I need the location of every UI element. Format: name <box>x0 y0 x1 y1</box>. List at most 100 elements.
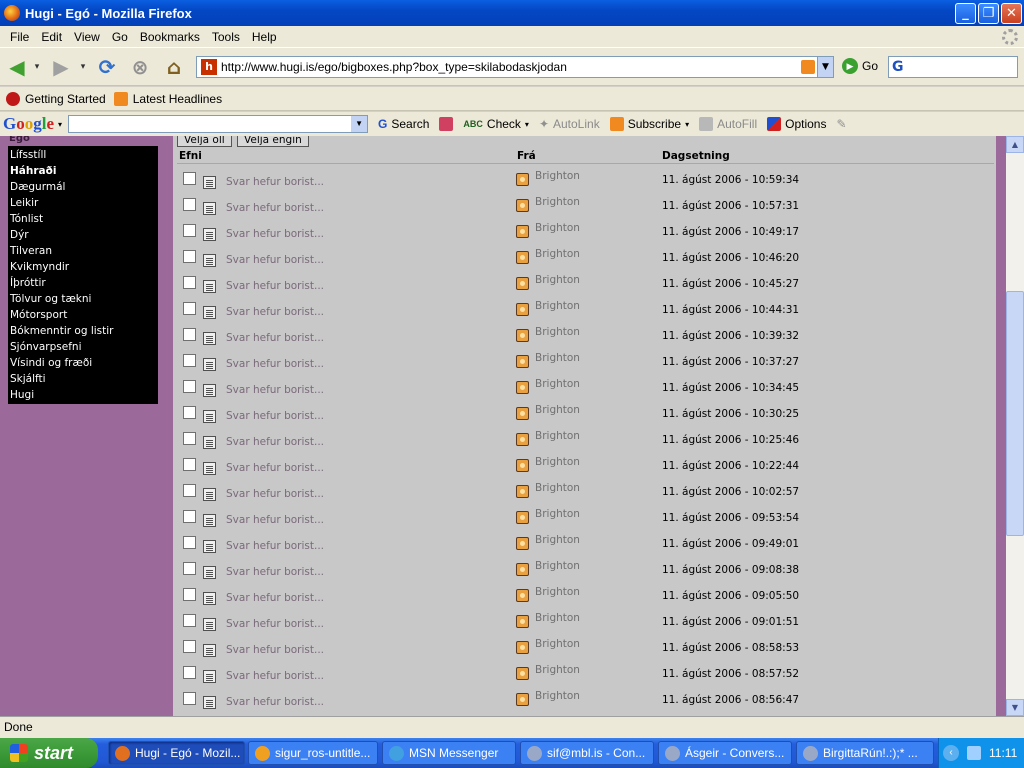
taskbar-button[interactable]: Ásgeir - Convers... <box>658 741 792 765</box>
options-button[interactable]: Options <box>767 117 826 131</box>
taskbar-button[interactable]: BirgittaRún!.:);* ... <box>796 741 934 765</box>
message-sender-link[interactable]: Brighton <box>535 638 580 650</box>
menu-bookmarks[interactable]: Bookmarks <box>134 30 206 44</box>
message-sender-link[interactable]: Brighton <box>535 482 580 494</box>
forward-history-dropdown-icon[interactable]: ▾ <box>76 54 90 80</box>
tray-expand-icon[interactable]: ‹ <box>943 745 959 761</box>
url-dropdown-icon[interactable]: ▼ <box>817 57 833 77</box>
category-skjalfti[interactable]: Skjálfti <box>10 371 158 387</box>
message-subject-link[interactable]: Svar hefur borist... <box>226 670 324 682</box>
category-bokmenntir-og-listir[interactable]: Bókmenntir og listir <box>10 323 158 339</box>
category-tonlist[interactable]: Tónlist <box>10 211 158 227</box>
message-subject-link[interactable]: Svar hefur borist... <box>226 540 324 552</box>
row-checkbox[interactable] <box>183 484 196 497</box>
taskbar-button[interactable]: sif@mbl.is - Con... <box>520 741 654 765</box>
pagerank-button[interactable] <box>439 117 454 131</box>
message-sender-link[interactable]: Brighton <box>535 664 580 676</box>
row-checkbox[interactable] <box>183 588 196 601</box>
spellcheck-button[interactable]: ABC Check ▾ <box>463 117 529 131</box>
taskbar-button[interactable]: sigur_ros-untitle... <box>248 741 378 765</box>
menu-tools[interactable]: Tools <box>206 30 246 44</box>
message-subject-link[interactable]: Svar hefur borist... <box>226 332 324 344</box>
select-all-button[interactable]: Velja öll <box>177 136 232 147</box>
taskbar-button[interactable]: MSN Messenger <box>382 741 516 765</box>
go-button[interactable]: ▶ Go <box>842 58 878 74</box>
close-button[interactable]: ✕ <box>1001 2 1022 24</box>
message-sender-link[interactable]: Brighton <box>535 456 580 468</box>
category-dyr[interactable]: Dýr <box>10 227 158 243</box>
google-search-dropdown-icon[interactable]: ▼ <box>351 116 368 132</box>
reload-icon[interactable]: ⟳ <box>94 54 120 80</box>
back-history-dropdown-icon[interactable]: ▾ <box>30 54 44 80</box>
category-lifsstill[interactable]: Lífsstíll <box>10 147 158 163</box>
row-checkbox[interactable] <box>183 406 196 419</box>
row-checkbox[interactable] <box>183 614 196 627</box>
message-sender-link[interactable]: Brighton <box>535 508 580 520</box>
menu-help[interactable]: Help <box>246 30 283 44</box>
message-subject-link[interactable]: Svar hefur borist... <box>226 228 324 240</box>
message-sender-link[interactable]: Brighton <box>535 560 580 572</box>
address-bar[interactable]: h http://www.hugi.is/ego/bigboxes.php?bo… <box>196 56 834 78</box>
stop-icon[interactable]: ⊗ <box>127 54 153 80</box>
message-subject-link[interactable]: Svar hefur borist... <box>226 488 324 500</box>
category-sjonvarpsefni[interactable]: Sjónvarpsefni <box>10 339 158 355</box>
category-visindi-og-fraedi[interactable]: Vísindi og fræði <box>10 355 158 371</box>
back-arrow-icon[interactable]: ◀ <box>4 54 30 80</box>
message-subject-link[interactable]: Svar hefur borist... <box>226 644 324 656</box>
message-subject-link[interactable]: Svar hefur borist... <box>226 410 324 422</box>
row-checkbox[interactable] <box>183 276 196 289</box>
home-icon[interactable]: ⌂ <box>161 54 187 80</box>
taskbar-button[interactable]: Hugi - Egó - Mozil... <box>108 741 245 765</box>
row-checkbox[interactable] <box>183 640 196 653</box>
message-subject-link[interactable]: Svar hefur borist... <box>226 254 324 266</box>
category-kvikmyndir[interactable]: Kvikmyndir <box>10 259 158 275</box>
message-sender-link[interactable]: Brighton <box>535 404 580 416</box>
autolink-button[interactable]: ✦ AutoLink <box>539 117 600 131</box>
message-sender-link[interactable]: Brighton <box>535 300 580 312</box>
category-daegurmal[interactable]: Dægurmál <box>10 179 158 195</box>
row-checkbox[interactable] <box>183 172 196 185</box>
category-tilveran[interactable]: Tilveran <box>10 243 158 259</box>
message-sender-link[interactable]: Brighton <box>535 586 580 598</box>
message-sender-link[interactable]: Brighton <box>535 170 580 182</box>
menu-file[interactable]: File <box>4 30 35 44</box>
google-menu-dropdown-icon[interactable]: ▾ <box>58 120 62 129</box>
row-checkbox[interactable] <box>183 328 196 341</box>
subscribe-button[interactable]: Subscribe ▾ <box>609 117 689 131</box>
message-subject-link[interactable]: Svar hefur borist... <box>226 202 324 214</box>
column-header-date[interactable]: Dagsetning <box>662 150 730 162</box>
message-sender-link[interactable]: Brighton <box>535 248 580 260</box>
row-checkbox[interactable] <box>183 302 196 315</box>
row-checkbox[interactable] <box>183 432 196 445</box>
check-dropdown-icon[interactable]: ▾ <box>525 120 529 129</box>
category-hahradi[interactable]: Háhraði <box>10 163 158 179</box>
row-checkbox[interactable] <box>183 562 196 575</box>
search-engine-box[interactable]: G <box>888 56 1018 78</box>
maximize-button[interactable]: ❐ <box>978 2 999 24</box>
url-text[interactable]: http://www.hugi.is/ego/bigboxes.php?box_… <box>221 60 801 74</box>
category-hugi[interactable]: Hugi <box>10 387 158 403</box>
message-subject-link[interactable]: Svar hefur borist... <box>226 384 324 396</box>
category-ithrottir[interactable]: Íþróttir <box>10 275 158 291</box>
message-sender-link[interactable]: Brighton <box>535 690 580 702</box>
menu-edit[interactable]: Edit <box>35 30 68 44</box>
message-subject-link[interactable]: Svar hefur borist... <box>226 566 324 578</box>
message-sender-link[interactable]: Brighton <box>535 430 580 442</box>
network-icon[interactable] <box>967 746 981 760</box>
google-search-icon[interactable]: G <box>892 59 904 75</box>
scroll-down-arrow-icon[interactable]: ▼ <box>1006 699 1024 716</box>
message-sender-link[interactable]: Brighton <box>535 612 580 624</box>
category-tolvur-og-taekni[interactable]: Tölvur og tækni <box>10 291 158 307</box>
rss-feed-icon[interactable] <box>801 60 815 74</box>
row-checkbox[interactable] <box>183 692 196 705</box>
message-sender-link[interactable]: Brighton <box>535 196 580 208</box>
scroll-up-arrow-icon[interactable]: ▲ <box>1006 136 1024 153</box>
row-checkbox[interactable] <box>183 224 196 237</box>
message-subject-link[interactable]: Svar hefur borist... <box>226 436 324 448</box>
message-sender-link[interactable]: Brighton <box>535 274 580 286</box>
menu-view[interactable]: View <box>68 30 106 44</box>
bookmark-latest-headlines[interactable]: Latest Headlines <box>113 91 222 106</box>
row-checkbox[interactable] <box>183 354 196 367</box>
google-search-input[interactable]: ▼ <box>68 115 369 133</box>
message-subject-link[interactable]: Svar hefur borist... <box>226 514 324 526</box>
